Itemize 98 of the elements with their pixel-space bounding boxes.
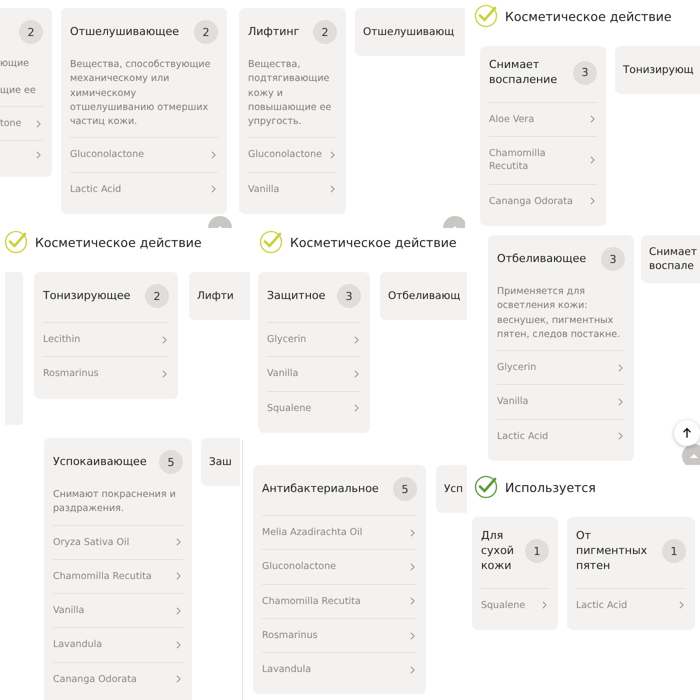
card-description: Вещества, подтягивающие кожу и повышающие ее упругость. (248, 58, 332, 129)
ingredient-link[interactable]: Chamomilla Recutita (53, 558, 183, 594)
card-title: Снимает воспале (649, 244, 698, 274)
card-title: Отбеливающ (388, 288, 460, 304)
card-title: Антибактериальное (262, 482, 380, 496)
ingredient-link[interactable]: Rosmarinus (262, 618, 417, 652)
count-badge: 1 (525, 539, 549, 564)
chevron-icon (618, 364, 623, 372)
ingredient-link[interactable]: Cananga Odorata (489, 184, 597, 218)
ingredient-link[interactable]: Lecithin (43, 322, 169, 356)
chevron-icon (618, 432, 623, 440)
card-title: Лифти (197, 288, 234, 304)
ingredient-link[interactable]: Squalene (481, 588, 549, 622)
chevron-icon (618, 398, 623, 406)
chevron-icon (330, 150, 335, 159)
section-heading: Используется (505, 480, 596, 494)
card-title: От пигментных пятен (576, 529, 648, 574)
chevron-icon (590, 156, 595, 164)
count-badge: 3 (573, 60, 597, 85)
card-title: Тонизирующ (623, 62, 694, 78)
chevron-icon (354, 370, 359, 378)
section-heading: Косметическое действие (35, 234, 202, 250)
ingredient-link[interactable]: Lavandula (262, 652, 417, 686)
chevron-icon (410, 632, 415, 640)
card-title: Снимает воспаление (489, 58, 558, 88)
ingredient-link[interactable]: Lavandula (53, 627, 183, 662)
chevron-icon (176, 641, 181, 650)
ingredient-link[interactable]: Gluconolactone (248, 137, 337, 172)
ingredient-link[interactable]: Oryza Sativa Oil (53, 524, 183, 559)
ingredient-link[interactable]: Rosmarinus (43, 356, 169, 391)
count-badge: 2 (194, 20, 218, 44)
card-title: Лифтинг (248, 24, 300, 40)
ingredient-link[interactable]: Vanilla (53, 593, 183, 628)
count-badge: 2 (313, 20, 337, 44)
ingredient-link[interactable]: Chamomilla Recutita (489, 136, 597, 184)
ingredient-link[interactable]: Lactic Acid (70, 172, 218, 206)
ingredient-link[interactable]: Vanilla (248, 172, 337, 206)
count-badge: 1 (662, 539, 686, 564)
card-title: Отшелушивающ (363, 24, 454, 40)
chevron-icon (162, 336, 167, 344)
section-heading: Косметическое действие (290, 234, 457, 250)
ingredient-link[interactable]: Vanilla (267, 356, 361, 391)
card-title: Отшелушивающее (70, 24, 180, 40)
chevron-icon (176, 606, 181, 615)
card-description: Вещества, способствующие механическому или химическому отшелушиванию отмерших частиц кожи. (70, 58, 212, 129)
chevron-icon (176, 572, 181, 580)
chevron-icon (36, 120, 41, 128)
card-title: Успокаивающее (53, 454, 148, 470)
chevron-icon (211, 150, 216, 159)
ingredient-link[interactable]: Chamomilla Recutita (262, 584, 417, 618)
count-badge: 2 (19, 20, 43, 44)
ingredient-link[interactable]: Aloe Vera (489, 102, 597, 136)
card-title: Защитное (267, 288, 326, 304)
ingredient-link[interactable]: Vanilla (497, 384, 625, 419)
up-arrow-icon (681, 427, 693, 439)
chevron-icon (590, 197, 595, 206)
chevron-icon (176, 675, 181, 684)
back-to-top-button[interactable] (674, 420, 700, 446)
card-title: Отбеливающее (497, 252, 588, 266)
card-description: Применяется для осветления кожи: веснушек, пигментных пятен, следов постакне. (497, 285, 622, 342)
card-title: Усп (444, 482, 464, 496)
chevron-icon (410, 597, 415, 606)
count-badge: 3 (337, 284, 361, 308)
ingredient-link[interactable]: tone (0, 106, 43, 140)
count-badge: 5 (393, 477, 417, 501)
chevron-icon (330, 185, 335, 194)
count-badge: 3 (601, 247, 625, 271)
chevron-icon (36, 151, 41, 160)
ingredient-link[interactable]: Glycerin (267, 322, 361, 356)
chevron-icon (211, 185, 216, 194)
chevron-icon (354, 336, 359, 344)
ingredient-link[interactable]: Lactic Acid (576, 588, 686, 622)
chevron-icon (410, 528, 415, 537)
ingredient-link[interactable]: Melia Azadirachta Oil (262, 515, 417, 550)
ingredient-link[interactable]: Gluconolactone (70, 137, 218, 172)
card-description: ющие (0, 58, 30, 69)
chevron-icon (354, 404, 359, 412)
card-title: Заш (209, 454, 232, 470)
chevron-icon (176, 538, 181, 546)
up-triangle-icon (690, 454, 698, 458)
section-heading: Косметическое действие (505, 8, 672, 24)
count-badge: 2 (145, 284, 169, 308)
ingredient-link[interactable]: Gluconolactone (262, 549, 417, 584)
ingredient-link[interactable]: Lactic Acid (497, 418, 625, 453)
chevron-icon (679, 601, 684, 610)
chevron-icon (410, 562, 415, 571)
card-description: Снимают покраснения и раздражения. (53, 488, 177, 516)
ingredient-link[interactable]: Cananga Odorata (53, 662, 183, 696)
card-title: Для сухой кожи (481, 529, 515, 574)
ingredient-link[interactable]: Glycerin (497, 350, 625, 384)
chevron-icon (410, 666, 415, 674)
chevron-icon (590, 115, 595, 124)
card-title: Тонизирующее (43, 288, 132, 304)
chevron-icon (542, 601, 547, 610)
count-badge: 5 (159, 450, 183, 474)
chevron-icon (162, 370, 167, 378)
card-description: щие ее (0, 85, 37, 96)
ingredient-link[interactable]: Squalene (267, 390, 361, 425)
